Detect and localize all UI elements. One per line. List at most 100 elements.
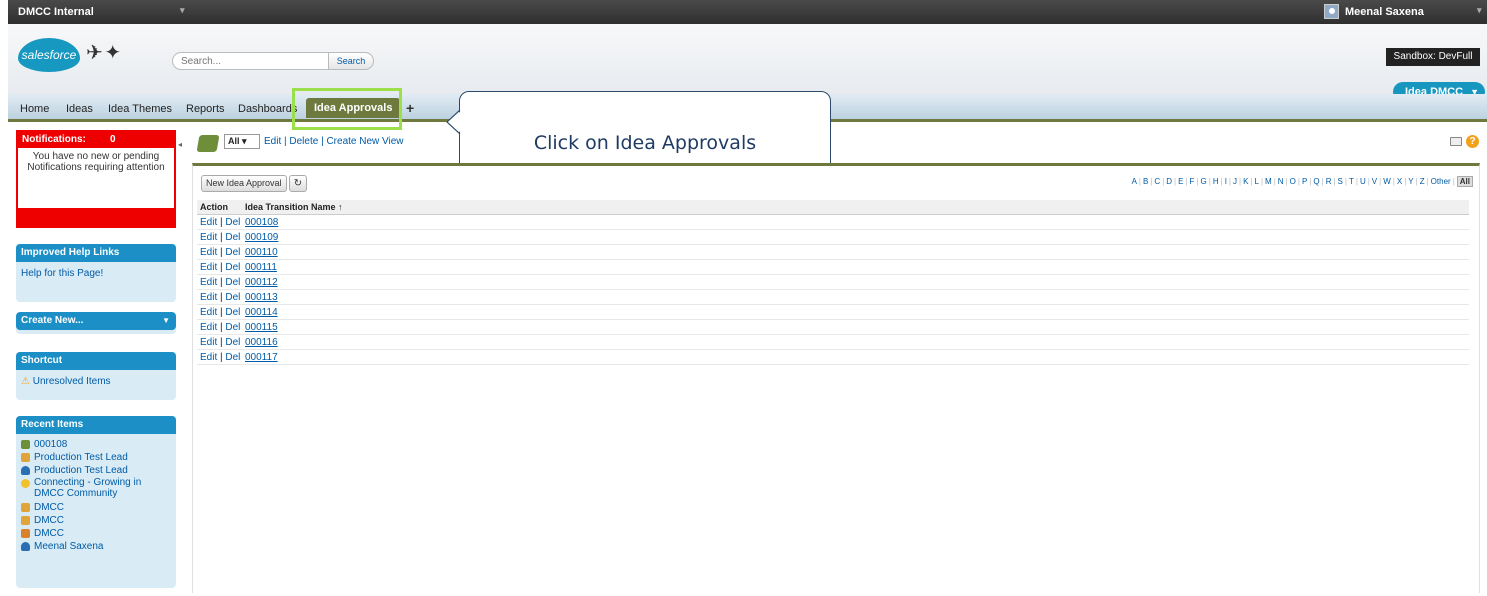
- alpha-filter-o[interactable]: O: [1290, 177, 1296, 186]
- alpha-filter-i[interactable]: I: [1225, 177, 1227, 186]
- alpha-filter-p[interactable]: P: [1302, 177, 1307, 186]
- edit-link[interactable]: Edit: [200, 277, 217, 288]
- alpha-filter-t[interactable]: T: [1349, 177, 1354, 186]
- record-name-link[interactable]: 000109: [245, 232, 278, 243]
- alpha-filter-k[interactable]: K: [1243, 177, 1248, 186]
- org-menu-chevron-icon[interactable]: ▾: [180, 5, 185, 16]
- alpha-filter-v[interactable]: V: [1372, 177, 1377, 186]
- alpha-filter-other[interactable]: Other: [1431, 177, 1451, 186]
- tab-dashboards[interactable]: Dashboards: [238, 103, 297, 115]
- del-link[interactable]: Del: [225, 307, 240, 318]
- list-item[interactable]: 000108: [20, 438, 172, 451]
- help-icon[interactable]: ?: [1466, 135, 1479, 148]
- list-item[interactable]: Production Test Lead: [20, 451, 172, 464]
- edit-link[interactable]: Edit: [200, 337, 217, 348]
- list-item[interactable]: DMCC: [20, 501, 172, 514]
- recent-item-link[interactable]: Production Test Lead: [34, 452, 128, 463]
- add-tab-icon[interactable]: +: [406, 100, 414, 116]
- alpha-filter-h[interactable]: H: [1213, 177, 1219, 186]
- create-new-button[interactable]: Create New... ▼: [16, 312, 176, 330]
- printer-icon[interactable]: [1450, 137, 1462, 146]
- record-name-link[interactable]: 000117: [245, 352, 278, 363]
- del-link[interactable]: Del: [225, 337, 240, 348]
- alpha-filter-a[interactable]: A: [1132, 177, 1137, 186]
- del-link[interactable]: Del: [225, 232, 240, 243]
- alpha-filter-l[interactable]: L: [1255, 177, 1259, 186]
- alpha-filter-z[interactable]: Z: [1420, 177, 1425, 186]
- record-name-link[interactable]: 000116: [245, 337, 278, 348]
- alpha-filter-s[interactable]: S: [1338, 177, 1343, 186]
- help-link[interactable]: Help for this Page!: [21, 268, 103, 279]
- alpha-filter-c[interactable]: C: [1154, 177, 1160, 186]
- recent-item-link[interactable]: Connecting - Growing in DMCC Community: [34, 477, 141, 499]
- alpha-filter-n[interactable]: N: [1278, 177, 1284, 186]
- edit-link[interactable]: Edit: [200, 217, 217, 228]
- record-name-link[interactable]: 000113: [245, 292, 278, 303]
- recent-item-link[interactable]: DMCC: [34, 528, 64, 539]
- edit-link[interactable]: Edit: [200, 322, 217, 333]
- edit-link[interactable]: Edit: [200, 292, 217, 303]
- alpha-filter-y[interactable]: Y: [1408, 177, 1413, 186]
- alpha-filter-r[interactable]: R: [1326, 177, 1332, 186]
- delete-view-link[interactable]: Delete: [289, 136, 318, 147]
- edit-link[interactable]: Edit: [200, 232, 217, 243]
- alpha-filter-d[interactable]: D: [1166, 177, 1172, 186]
- salesforce-logo[interactable]: salesforce: [18, 38, 80, 72]
- alpha-filter-all[interactable]: All: [1456, 176, 1473, 187]
- edit-link[interactable]: Edit: [200, 262, 217, 273]
- del-link[interactable]: Del: [225, 262, 240, 273]
- unresolved-items-link[interactable]: Unresolved Items: [33, 376, 111, 387]
- del-link[interactable]: Del: [225, 277, 240, 288]
- alpha-filter-f[interactable]: F: [1190, 177, 1195, 186]
- alpha-filter-q[interactable]: Q: [1313, 177, 1319, 186]
- recent-item-link[interactable]: 000108: [34, 439, 67, 450]
- alpha-filter-w[interactable]: W: [1383, 177, 1391, 186]
- alpha-filter-x[interactable]: X: [1397, 177, 1402, 186]
- tab-idea-themes[interactable]: Idea Themes: [108, 103, 172, 115]
- del-link[interactable]: Del: [225, 292, 240, 303]
- refresh-icon[interactable]: ↻: [289, 175, 307, 192]
- recent-item-link[interactable]: Production Test Lead: [34, 465, 128, 476]
- edit-link[interactable]: Edit: [200, 247, 217, 258]
- record-name-link[interactable]: 000112: [245, 277, 278, 288]
- del-link[interactable]: Del: [225, 247, 240, 258]
- tab-ideas[interactable]: Ideas: [66, 103, 93, 115]
- edit-link[interactable]: Edit: [200, 307, 217, 318]
- list-item[interactable]: DMCC: [20, 527, 172, 540]
- search-button[interactable]: Search: [328, 52, 374, 70]
- alpha-filter-j[interactable]: J: [1233, 177, 1237, 186]
- new-idea-approval-button[interactable]: New Idea Approval: [201, 175, 287, 192]
- del-link[interactable]: Del: [225, 352, 240, 363]
- record-name-link[interactable]: 000115: [245, 322, 278, 333]
- alpha-filter-b[interactable]: B: [1143, 177, 1148, 186]
- alpha-filter-g[interactable]: G: [1201, 177, 1207, 186]
- record-name-link[interactable]: 000110: [245, 247, 278, 258]
- edit-link[interactable]: Edit: [200, 352, 217, 363]
- recent-item-link[interactable]: DMCC: [34, 502, 64, 513]
- create-view-link[interactable]: Create New View: [326, 136, 403, 147]
- alpha-filter-e[interactable]: E: [1178, 177, 1183, 186]
- alpha-filter-m[interactable]: M: [1265, 177, 1272, 186]
- recent-item-link[interactable]: DMCC: [34, 515, 64, 526]
- list-item[interactable]: Meenal Saxena: [20, 540, 172, 553]
- recent-item-link[interactable]: Meenal Saxena: [34, 541, 104, 552]
- del-link[interactable]: Del: [225, 322, 240, 333]
- view-select[interactable]: All ▾: [224, 134, 260, 149]
- list-item[interactable]: Production Test Lead: [20, 464, 172, 477]
- tab-reports[interactable]: Reports: [186, 103, 225, 115]
- record-name-link[interactable]: 000111: [245, 262, 277, 273]
- tab-home[interactable]: Home: [20, 103, 49, 115]
- separator: |: [1392, 177, 1395, 186]
- record-name-link[interactable]: 000108: [245, 217, 278, 228]
- collapse-sidebar-icon[interactable]: ◂: [178, 140, 182, 149]
- user-menu-chevron-icon[interactable]: ▾: [1477, 5, 1482, 16]
- user-name[interactable]: Meenal Saxena: [1345, 6, 1424, 18]
- column-header-name[interactable]: Idea Transition Name ↑: [245, 200, 343, 215]
- alpha-filter-u[interactable]: U: [1360, 177, 1366, 186]
- search-input[interactable]: [172, 52, 332, 70]
- edit-view-link[interactable]: Edit: [264, 136, 281, 147]
- del-link[interactable]: Del: [225, 217, 240, 228]
- list-item[interactable]: DMCC: [20, 514, 172, 527]
- list-item[interactable]: Connecting - Growing in DMCC Community: [20, 477, 172, 501]
- record-name-link[interactable]: 000114: [245, 307, 278, 318]
